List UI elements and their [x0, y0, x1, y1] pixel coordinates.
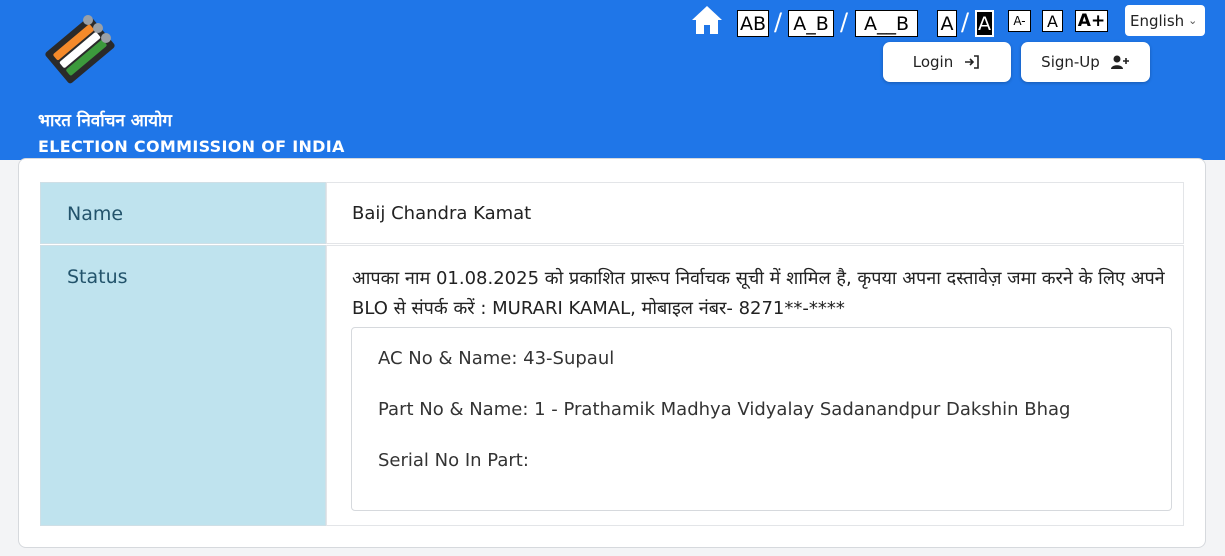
contrast-normal-button[interactable]: A	[937, 10, 957, 37]
spacing-normal-button[interactable]: AB	[737, 10, 769, 37]
spacing-wider-button[interactable]: A__B	[855, 10, 918, 37]
constituency-details-box: AC No & Name: 43-Supaul Part No & Name: …	[351, 327, 1172, 511]
site-header: भारत निर्वाचन आयोग ELECTION COMMISSION O…	[0, 0, 1225, 160]
name-value: Baij Chandra Kamat	[326, 182, 1184, 244]
eci-logo-icon[interactable]	[40, 12, 120, 84]
login-button-label: Login	[912, 53, 954, 71]
org-name-hindi: भारत निर्वाचन आयोग	[38, 111, 172, 131]
separator: /	[961, 8, 970, 36]
part-name: Part No & Name: 1 - Prathamik Madhya Vid…	[378, 399, 1071, 420]
signup-button[interactable]: Sign-Up	[1021, 42, 1150, 82]
language-select[interactable]: English ⌄	[1125, 5, 1205, 36]
serial-no: Serial No In Part:	[378, 450, 529, 471]
login-icon	[965, 55, 980, 69]
signup-button-label: Sign-Up	[1041, 53, 1100, 71]
login-button[interactable]: Login	[883, 42, 1011, 82]
status-label: Status	[40, 245, 326, 526]
font-increase-button[interactable]: A+	[1075, 10, 1108, 32]
separator: /	[774, 8, 783, 36]
org-name-english: ELECTION COMMISSION OF INDIA	[38, 137, 345, 156]
font-normal-button[interactable]: A	[1042, 10, 1063, 32]
language-select-value: English	[1130, 11, 1185, 30]
separator: /	[840, 8, 849, 36]
font-decrease-button[interactable]: A-	[1008, 10, 1031, 32]
spacing-wide-button[interactable]: A_B	[788, 10, 834, 37]
chevron-down-icon: ⌄	[1188, 14, 1198, 27]
contrast-high-button[interactable]: A	[975, 10, 994, 37]
ac-name: AC No & Name: 43-Supaul	[378, 348, 615, 369]
add-user-icon	[1110, 55, 1129, 69]
home-icon[interactable]	[690, 4, 724, 36]
name-label: Name	[40, 182, 326, 244]
status-message: आपका नाम 01.08.2025 को प्रकाशित प्रारूप …	[352, 268, 1165, 319]
